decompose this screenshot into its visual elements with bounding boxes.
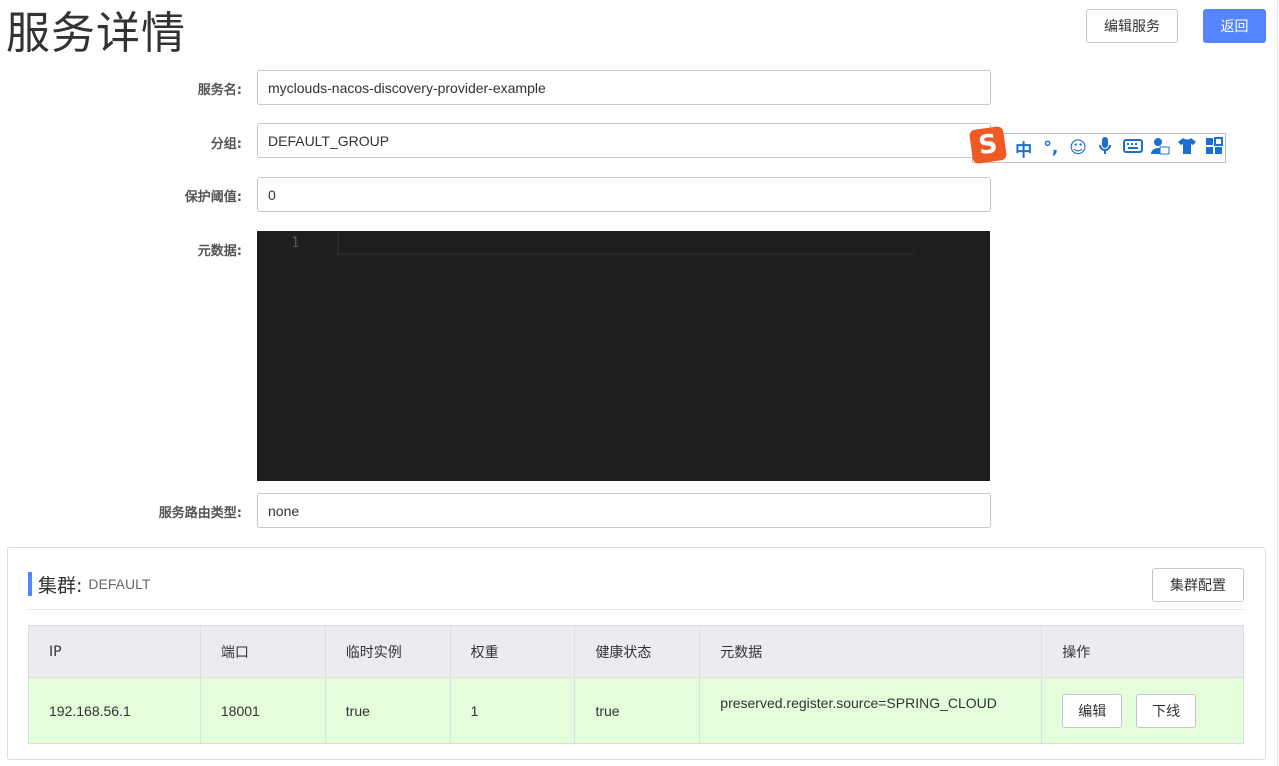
page-title: 服务详情: [6, 8, 186, 59]
table-row: 192.168.56.1 18001 true 1 true preserved…: [28, 677, 1244, 744]
cluster-config-button[interactable]: 集群配置: [1152, 568, 1244, 602]
selector-type-label: 服务路由类型:: [158, 506, 242, 521]
table-header-row: IP 端口 临时实例 权重 健康状态 元数据 操作: [28, 625, 1244, 678]
cell-ephemeral: true: [324, 677, 451, 744]
emoji-icon[interactable]: ☺: [1068, 138, 1089, 158]
column-header-metadata: 元数据: [699, 625, 1043, 678]
protect-threshold-label: 保护阈值:: [184, 190, 242, 205]
edit-service-button[interactable]: 编辑服务: [1086, 9, 1178, 43]
column-header-actions: 操作: [1041, 625, 1244, 678]
group-input[interactable]: DEFAULT_GROUP: [257, 123, 991, 158]
cell-ip: 192.168.56.1: [28, 677, 201, 744]
cell-actions: 编辑 下线: [1041, 677, 1244, 744]
cluster-title-label: 集群:: [38, 574, 83, 597]
column-header-ip: IP: [28, 625, 201, 678]
ime-toolbar[interactable]: S 中 °, ☺: [968, 125, 1226, 165]
column-header-ephemeral: 临时实例: [324, 625, 451, 678]
instances-table: IP 端口 临时实例 权重 健康状态 元数据 操作 192.168.56.1 1…: [28, 625, 1244, 744]
toolbox-icon[interactable]: [1204, 136, 1225, 160]
column-header-weight: 权重: [449, 625, 576, 678]
sogou-logo-icon[interactable]: S: [968, 125, 1008, 165]
group-label: 分组:: [210, 137, 242, 152]
chinese-mode-icon[interactable]: 中: [1013, 136, 1034, 161]
current-line-highlight: [337, 232, 914, 255]
cluster-title: 集群: DEFAULT: [28, 572, 151, 597]
column-header-healthy: 健康状态: [574, 625, 701, 678]
cell-metadata: preserved.register.source=SPRING_CLOUD: [699, 677, 1043, 744]
punctuation-icon[interactable]: °,: [1040, 138, 1061, 158]
cluster-name: DEFAULT: [88, 576, 151, 592]
offline-instance-button[interactable]: 下线: [1136, 693, 1197, 728]
cell-healthy: true: [574, 677, 701, 744]
scrollbar[interactable]: [1277, 0, 1278, 766]
cell-weight: 1: [449, 677, 576, 744]
service-name-label: 服务名:: [197, 83, 242, 98]
cell-port: 18001: [199, 677, 326, 744]
user-icon[interactable]: [1149, 137, 1170, 160]
service-name-input[interactable]: myclouds-nacos-discovery-provider-exampl…: [257, 70, 991, 105]
metadata-editor[interactable]: 1: [257, 231, 990, 481]
microphone-icon[interactable]: [1095, 136, 1116, 161]
edit-instance-button[interactable]: 编辑: [1062, 693, 1123, 728]
keyboard-icon[interactable]: [1122, 138, 1143, 158]
line-number: 1: [291, 235, 300, 251]
selector-type-input[interactable]: none: [257, 493, 991, 528]
metadata-label: 元数据:: [197, 244, 242, 259]
back-button[interactable]: 返回: [1203, 9, 1266, 43]
column-header-port: 端口: [199, 625, 326, 678]
cluster-panel: 集群: DEFAULT 集群配置 IP 端口 临时实例 权重 健康状态 元数据 …: [7, 547, 1266, 760]
skin-icon[interactable]: [1177, 137, 1198, 160]
protect-threshold-input[interactable]: 0: [257, 177, 991, 212]
divider: [28, 609, 1244, 610]
